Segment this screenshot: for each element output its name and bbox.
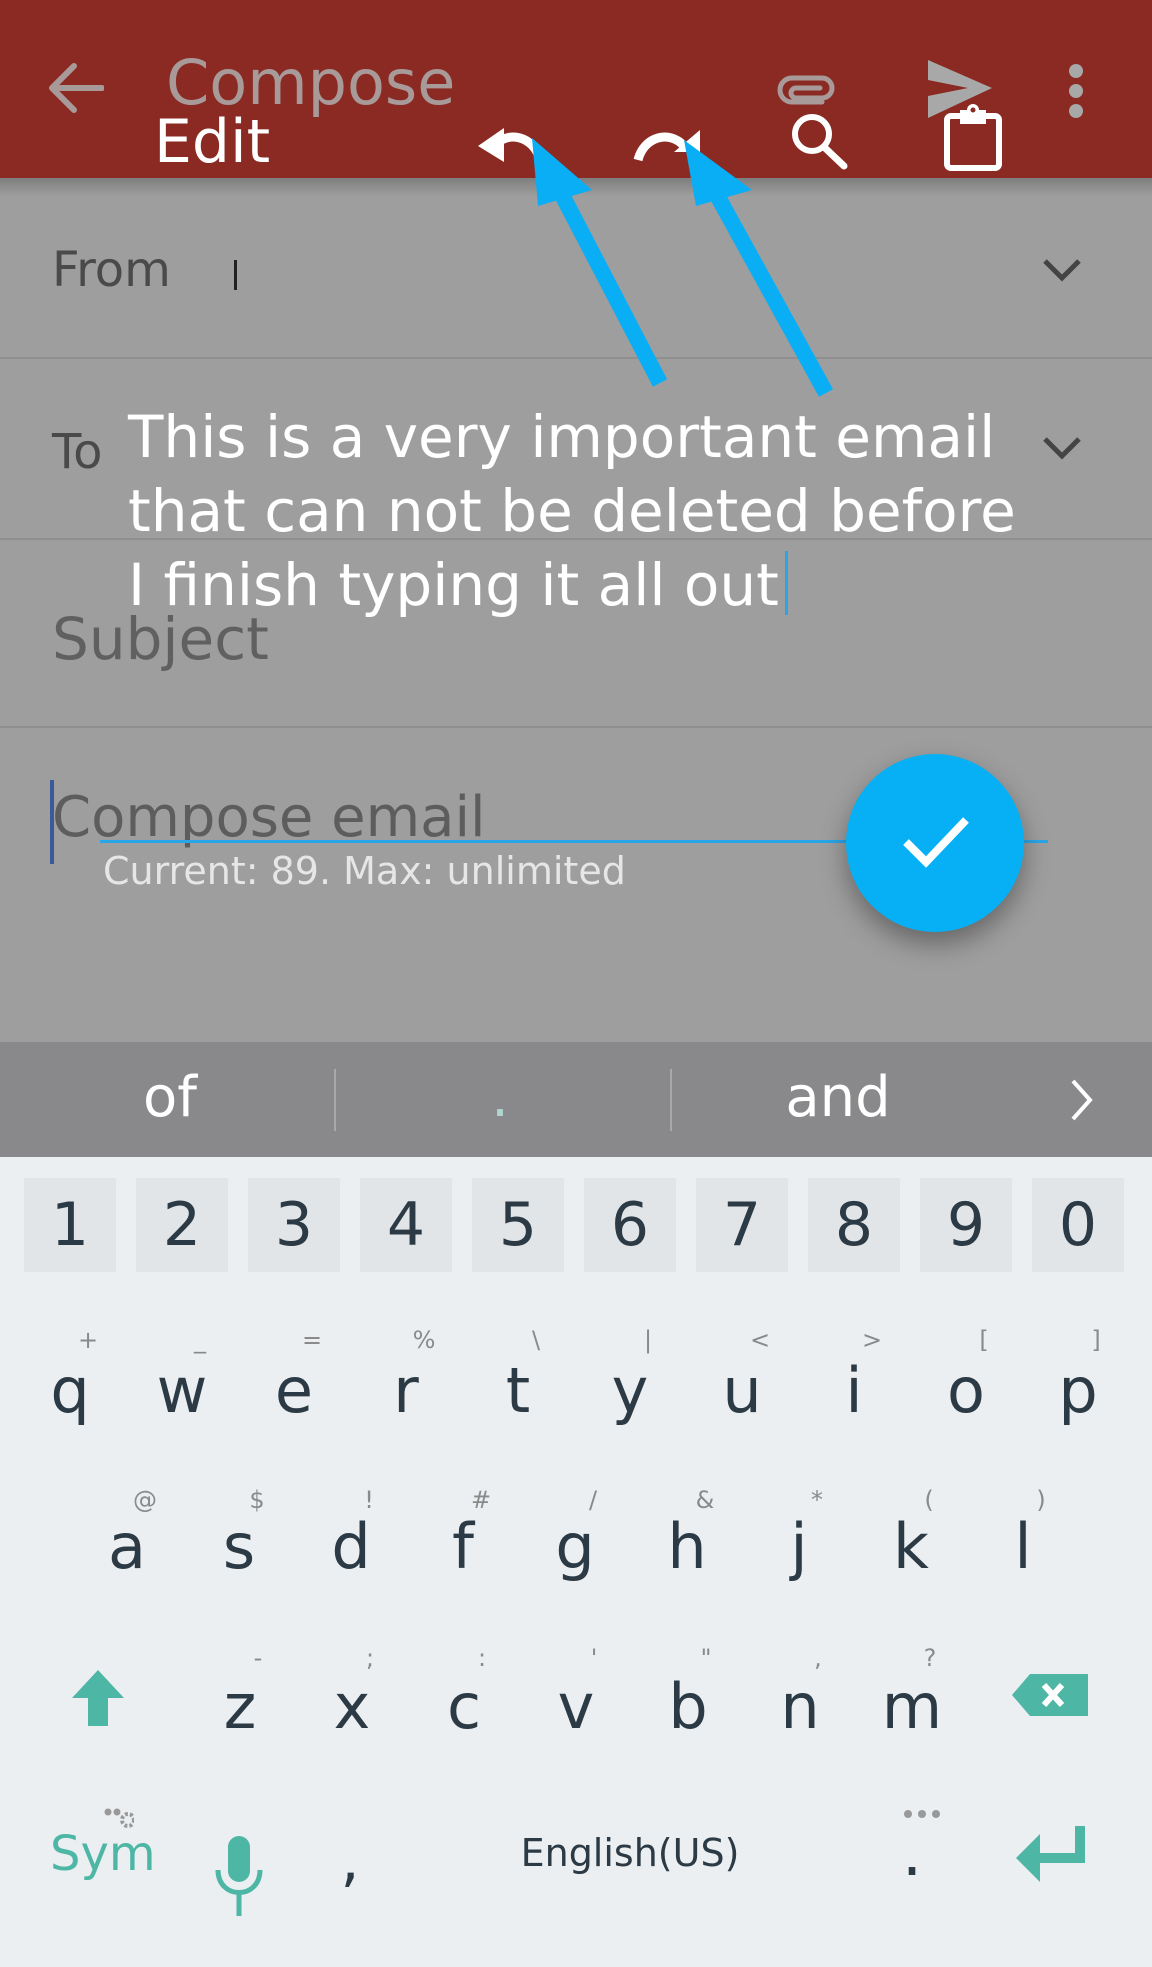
key-g[interactable]: g	[525, 1516, 625, 1578]
key-w[interactable]: w	[132, 1360, 232, 1422]
key-hint: "	[700, 1644, 712, 1672]
period-key[interactable]: .	[892, 1822, 932, 1886]
more-vert-icon[interactable]	[1064, 62, 1088, 120]
shift-icon[interactable]	[70, 1668, 126, 1728]
annotation-arrows	[532, 138, 834, 397]
space-key[interactable]: English(US)	[420, 1834, 840, 1872]
key-9[interactable]: 9	[920, 1178, 1012, 1272]
key-v[interactable]: v	[526, 1676, 626, 1738]
text-cursor	[784, 551, 788, 615]
key-hint: <	[749, 1326, 771, 1354]
clipboard-icon[interactable]	[942, 102, 1004, 172]
key-hint: @	[133, 1486, 157, 1514]
key-3[interactable]: 3	[248, 1178, 340, 1272]
key-hint: '	[590, 1644, 598, 1672]
key-s[interactable]: s	[189, 1516, 289, 1578]
key-hint: !	[364, 1486, 374, 1514]
divider	[334, 1069, 336, 1131]
key-8[interactable]: 8	[808, 1178, 900, 1272]
key-hint: /	[588, 1486, 598, 1514]
key-hint: ;	[365, 1644, 375, 1672]
divider	[670, 1069, 672, 1131]
key-hint: %	[412, 1326, 436, 1354]
key-hint: )	[1036, 1486, 1046, 1514]
to-chevron-down-icon[interactable]	[1042, 436, 1082, 460]
key-z[interactable]: z	[190, 1676, 290, 1738]
key-a[interactable]: a	[77, 1516, 177, 1578]
attach-icon[interactable]	[774, 72, 838, 112]
key-x[interactable]: x	[302, 1676, 402, 1738]
key-u[interactable]: u	[692, 1360, 792, 1422]
key-k[interactable]: k	[861, 1516, 961, 1578]
key-hint: =	[301, 1326, 323, 1354]
key-hint: +	[77, 1326, 99, 1354]
key-5[interactable]: 5	[472, 1178, 564, 1272]
key-f[interactable]: f	[413, 1516, 513, 1578]
from-label: From	[52, 242, 171, 298]
suggestion-item[interactable]: and	[778, 1070, 898, 1126]
key-hint: &	[695, 1486, 715, 1514]
key-c[interactable]: c	[414, 1676, 514, 1738]
from-field-value[interactable]	[234, 260, 237, 290]
to-label: To	[52, 424, 103, 480]
check-icon	[903, 817, 969, 868]
key-hint: |	[643, 1326, 653, 1354]
text-cursor	[50, 780, 54, 864]
backspace-icon[interactable]	[1012, 1674, 1088, 1716]
key-hint: -	[253, 1644, 263, 1672]
key-0[interactable]: 0	[1032, 1178, 1124, 1272]
key-l[interactable]: l	[973, 1516, 1073, 1578]
key-e[interactable]: e	[244, 1360, 344, 1422]
key-hint: _	[194, 1326, 206, 1354]
edit-overlay-input[interactable]: This is a very important email that can …	[128, 400, 1028, 622]
key-n[interactable]: n	[750, 1676, 850, 1738]
edit-mode-label: Edit	[154, 107, 271, 177]
key-hint: :	[477, 1644, 487, 1672]
key-b[interactable]: b	[638, 1676, 738, 1738]
key-r[interactable]: r	[356, 1360, 456, 1422]
key-h[interactable]: h	[637, 1516, 737, 1578]
suggestion-item[interactable]: .	[450, 1070, 550, 1126]
key-1[interactable]: 1	[24, 1178, 116, 1272]
key-hint: ,	[814, 1644, 822, 1672]
from-chevron-down-icon[interactable]	[1042, 258, 1082, 282]
key-7[interactable]: 7	[696, 1178, 788, 1272]
key-hint: >	[861, 1326, 883, 1354]
key-hint: \	[531, 1326, 541, 1354]
sym-key[interactable]: Sym	[50, 1830, 156, 1878]
key-4[interactable]: 4	[360, 1178, 452, 1272]
key-hint: ?	[923, 1644, 937, 1672]
key-q[interactable]: q	[20, 1360, 120, 1422]
key-d[interactable]: d	[301, 1516, 401, 1578]
mic-icon[interactable]	[214, 1834, 264, 1918]
chevron-right-icon[interactable]	[1070, 1078, 1094, 1122]
enter-icon[interactable]	[1016, 1824, 1088, 1884]
screen-title: Compose	[166, 46, 456, 119]
confirm-button[interactable]	[846, 754, 1024, 932]
back-arrow-icon[interactable]	[48, 62, 104, 114]
key-6[interactable]: 6	[584, 1178, 676, 1272]
key-hint: *	[811, 1486, 823, 1514]
character-counter: Current: 89. Max: unlimited	[103, 849, 626, 893]
settings-hint-icon	[104, 1808, 134, 1828]
suggestion-item[interactable]: of	[120, 1070, 220, 1126]
comma-key[interactable]: ,	[330, 1830, 370, 1890]
divider	[0, 726, 1152, 728]
key-hint: ]	[1091, 1326, 1101, 1354]
edit-overlay-text: This is a very important email that can …	[128, 403, 1016, 619]
key-hint: [	[979, 1326, 989, 1354]
key-m[interactable]: m	[862, 1676, 962, 1738]
key-o[interactable]: o	[916, 1360, 1016, 1422]
compose-body-input[interactable]: Compose email	[52, 790, 486, 846]
key-y[interactable]: y	[580, 1360, 680, 1422]
key-p[interactable]: p	[1028, 1360, 1128, 1422]
key-i[interactable]: i	[804, 1360, 904, 1422]
key-j[interactable]: j	[749, 1516, 849, 1578]
key-hint: (	[924, 1486, 934, 1514]
key-hint: #	[470, 1486, 492, 1514]
key-t[interactable]: t	[468, 1360, 568, 1422]
key-2[interactable]: 2	[136, 1178, 228, 1272]
key-hint: $	[249, 1486, 265, 1514]
